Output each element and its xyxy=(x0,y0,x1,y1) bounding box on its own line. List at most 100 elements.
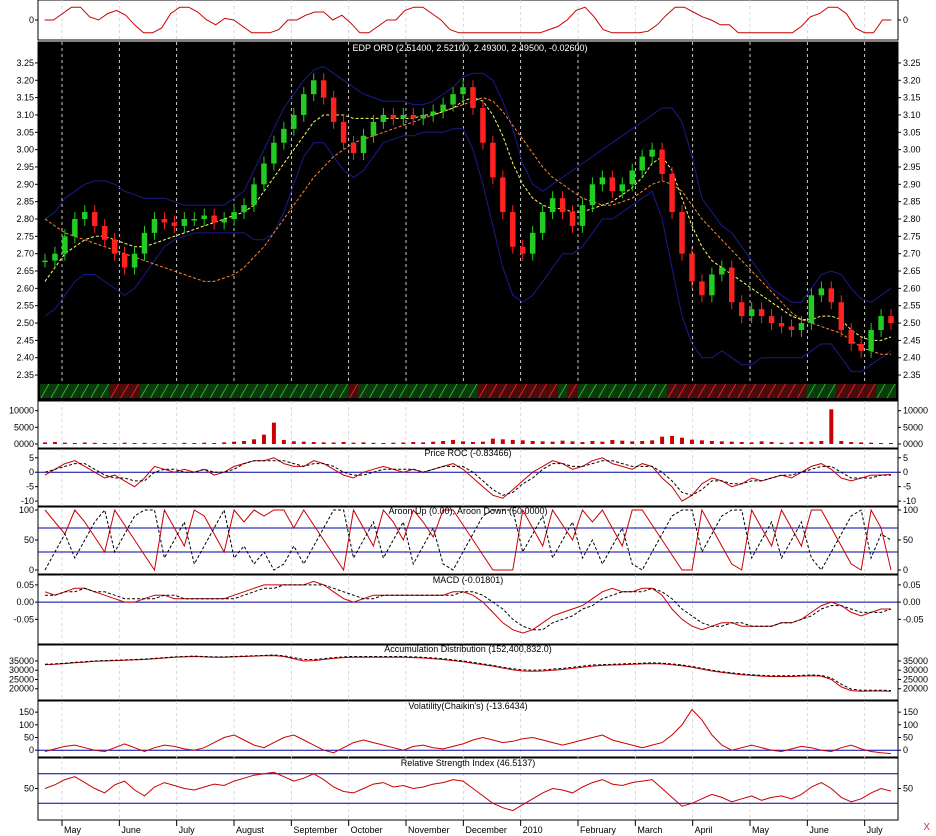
volume-bar xyxy=(122,442,127,444)
y-tick-label-right: 2.50 xyxy=(903,318,921,328)
y-tick-label-left: 2.50 xyxy=(16,318,34,328)
volume-bar xyxy=(610,440,615,444)
volume-bar xyxy=(620,440,625,444)
y-tick-label-left: 100 xyxy=(19,720,34,730)
volume-bar xyxy=(779,442,784,444)
price-candle-body xyxy=(609,177,616,192)
pane-backgrounds xyxy=(37,0,899,821)
price-candle-body xyxy=(301,94,307,115)
volume-bar xyxy=(729,441,734,444)
price-candle-body xyxy=(151,219,158,233)
volume-bar xyxy=(311,442,316,444)
y-tick-label-left: 150 xyxy=(19,707,34,717)
volume-bar xyxy=(570,441,575,444)
volume-bar xyxy=(142,442,147,444)
volatility-pane-title: Volatility(Chaikin's) (-13.6434) xyxy=(408,701,527,711)
price-candle-body xyxy=(320,80,327,98)
y-tick-label-left: 10000 xyxy=(9,406,34,416)
price-candle-body xyxy=(719,267,725,275)
price-candle-body xyxy=(360,135,367,154)
volume-bar xyxy=(510,440,515,444)
volume-bar xyxy=(500,439,505,444)
month-label: June xyxy=(121,825,141,835)
volume-bar xyxy=(281,440,286,444)
y-tick-label-right: 10000 xyxy=(903,406,928,416)
y-tick-label-left: 0.00 xyxy=(16,597,34,607)
volume-bar xyxy=(351,442,356,444)
price-candle-body xyxy=(131,253,138,268)
volume-bar xyxy=(490,438,495,444)
macd-pane-frame xyxy=(37,574,899,645)
y-tick-label-right: 100 xyxy=(903,505,918,515)
price-candle-body xyxy=(559,198,566,213)
price-candle-body xyxy=(480,108,486,143)
month-label: April xyxy=(695,825,713,835)
y-tick-label-left: 2.45 xyxy=(16,335,34,345)
y-tick-label-right: 0 xyxy=(903,565,908,575)
macd-pane-title: MACD (-0.01801) xyxy=(433,575,504,585)
volume-bar xyxy=(769,442,774,444)
volume-bar xyxy=(371,442,376,444)
price-candle-body xyxy=(768,316,775,324)
price-candle-body xyxy=(569,212,576,226)
price-candle-body xyxy=(161,219,168,223)
price-candle-body xyxy=(539,212,546,233)
price-candle-body xyxy=(251,184,257,206)
y-tick-label-left: 50 xyxy=(24,733,34,743)
volume-pane-frame xyxy=(37,400,899,449)
volume-bar xyxy=(82,442,87,444)
price-candle-body xyxy=(171,222,178,226)
y-tick-label-right: -5 xyxy=(903,482,911,492)
price-candle-body xyxy=(291,114,297,129)
volume-bar xyxy=(461,441,466,444)
volume-bar xyxy=(680,437,684,444)
y-tick-label-left: 100 xyxy=(19,505,34,515)
y-tick-label-right: 2.70 xyxy=(903,249,921,259)
volume-bar xyxy=(550,441,555,444)
close-x-icon[interactable]: X xyxy=(923,822,930,833)
y-tick-label-left: 0 xyxy=(29,745,34,755)
price-candle-body xyxy=(629,170,635,185)
month-label: December xyxy=(465,825,507,835)
month-label: June xyxy=(809,825,829,835)
y-tick-label-right: 2.35 xyxy=(903,370,921,380)
volume-bar xyxy=(242,441,247,444)
y-tick-label-left: 2.35 xyxy=(16,370,34,380)
price-candle-body xyxy=(529,232,536,254)
month-label: November xyxy=(408,825,450,835)
price-candle-body xyxy=(868,329,874,351)
price-candle-body xyxy=(490,142,496,178)
volume-bar xyxy=(799,442,804,444)
y-tick-label-left: 2.70 xyxy=(16,249,34,259)
volume-bar xyxy=(112,443,117,444)
time-axis: May June July August September October Novembe… xyxy=(38,819,898,835)
y-tick-label-right: 0 xyxy=(903,467,908,477)
price-candle-body xyxy=(848,329,854,344)
y-tick-label-left: 2.75 xyxy=(16,231,34,241)
volume-bar xyxy=(590,441,595,444)
volume-bar xyxy=(889,443,894,444)
price-candle-body xyxy=(410,114,416,119)
volume-bar xyxy=(650,440,655,444)
volume-bar xyxy=(470,442,475,444)
price-candle-body xyxy=(330,97,337,122)
price-candle-body xyxy=(261,163,267,185)
volume-bar xyxy=(560,440,565,444)
y-tick-label-left: 0000 xyxy=(14,439,34,449)
price-candle-body xyxy=(669,173,675,213)
price-candle-body xyxy=(738,302,745,317)
month-label: May xyxy=(64,825,82,835)
volume-bar xyxy=(162,443,167,444)
month-label: September xyxy=(293,825,337,835)
price-candle-body xyxy=(400,114,407,119)
volume-bar xyxy=(540,441,545,444)
volume-bar xyxy=(62,442,67,444)
volume-bar xyxy=(222,442,227,444)
rsi-pane-title: Relative Strength Index (46.5137) xyxy=(401,758,536,768)
chart-canvas: 0 0 3.25 3.25 3.20 3.20 3.15 3.15 3.10 3.10 3.05 3.… xyxy=(9,0,928,835)
volume-bar xyxy=(301,441,306,444)
price-candle-body xyxy=(619,184,626,192)
volume-bar xyxy=(689,439,694,444)
y-tick-label-right: 2.85 xyxy=(903,197,921,207)
y-tick-label-left: 20000 xyxy=(9,684,34,694)
